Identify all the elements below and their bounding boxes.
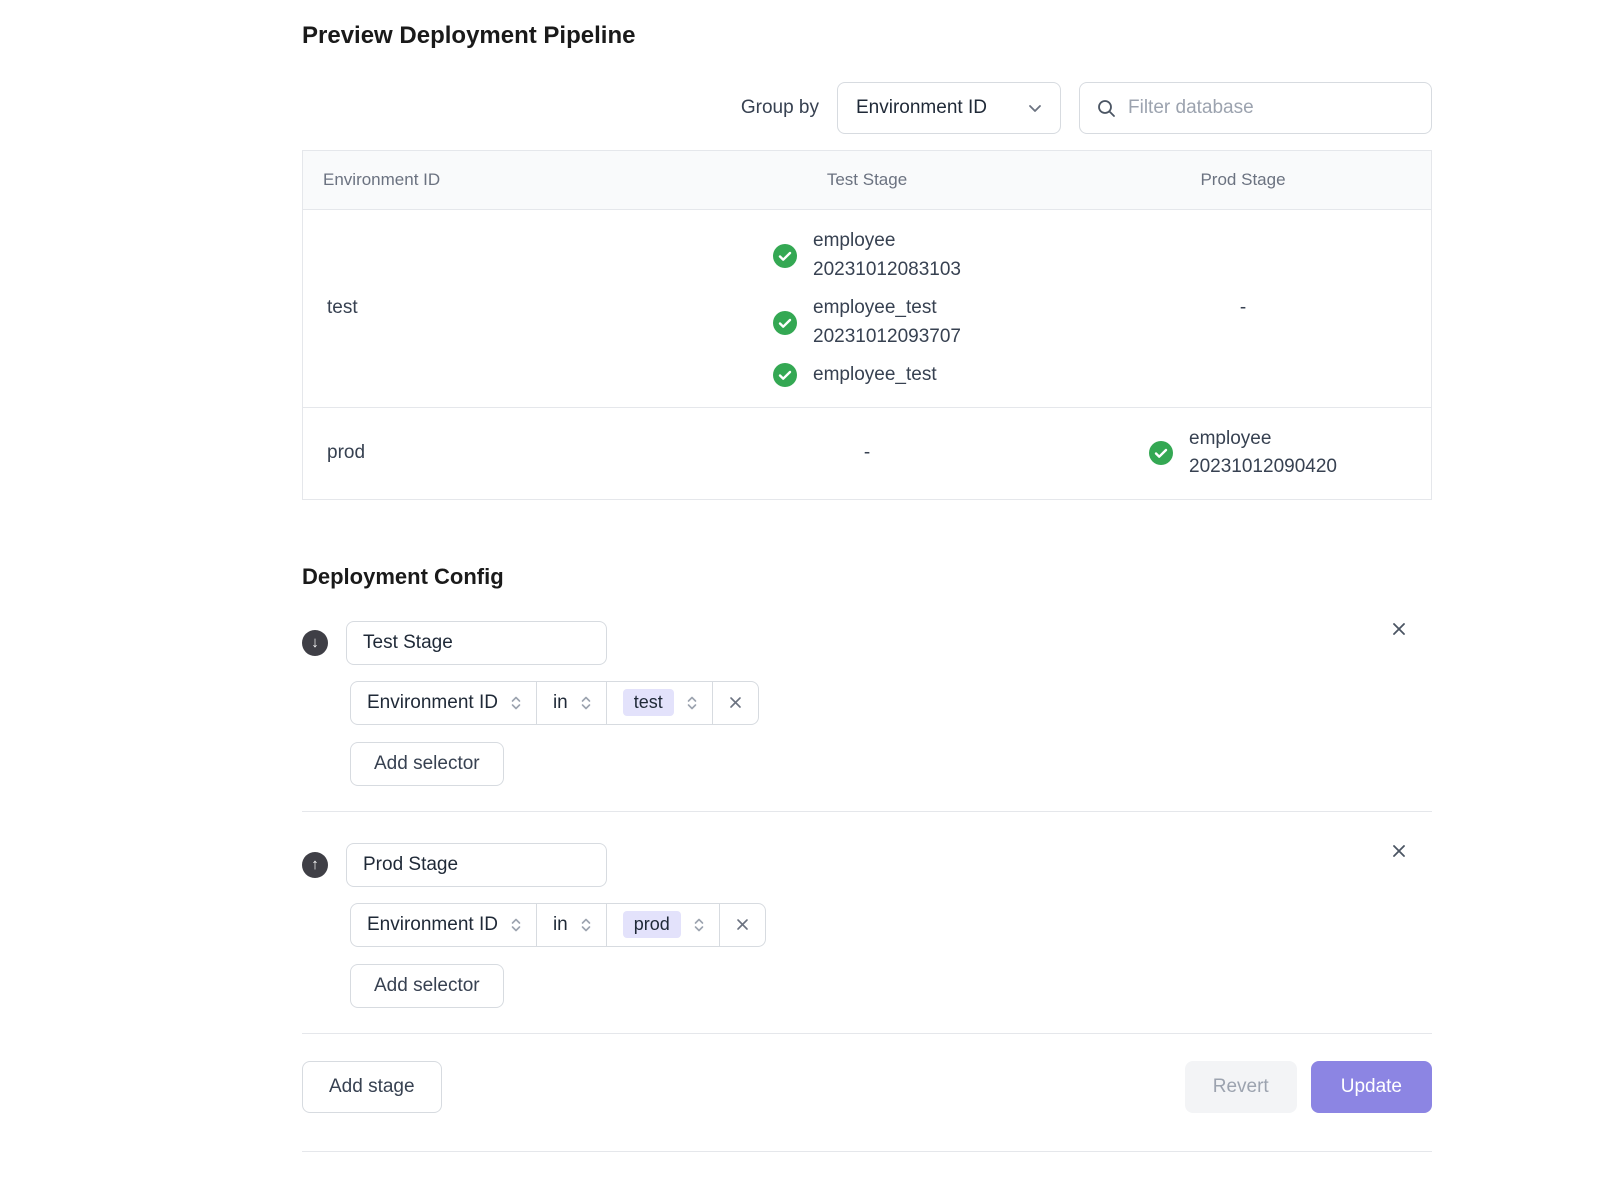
stage-divider — [302, 1033, 1432, 1034]
pipeline-table-header: Environment ID Test Stage Prod Stage — [303, 151, 1431, 210]
sort-updown-icon — [684, 695, 700, 711]
database-name: employee — [813, 227, 961, 256]
remove-stage-button[interactable] — [1386, 838, 1412, 864]
environment-id-cell: prod — [303, 408, 679, 499]
revert-button[interactable]: Revert — [1185, 1061, 1297, 1113]
prod-stage-cell: employee 20231012090420 — [1055, 408, 1431, 499]
column-header-prod-stage: Prod Stage — [1055, 151, 1431, 209]
search-icon — [1096, 98, 1116, 118]
selector-operator-select[interactable]: in — [536, 681, 607, 725]
arrow-glyph: ↑ — [311, 856, 319, 873]
add-selector-button[interactable]: Add selector — [350, 964, 504, 1008]
selector-value-chip: prod — [623, 911, 681, 938]
group-by-value: Environment ID — [856, 97, 987, 119]
filter-database-field[interactable] — [1079, 82, 1432, 134]
group-by-select[interactable]: Environment ID — [837, 82, 1061, 134]
selector-value-select[interactable]: prod — [606, 903, 720, 947]
selector-operator-select[interactable]: in — [536, 903, 607, 947]
environment-id-cell: test — [303, 210, 679, 407]
stage-name-input[interactable] — [346, 843, 607, 887]
test-stage-cell: - — [679, 408, 1055, 499]
deployment-config-title: Deployment Config — [302, 564, 1432, 590]
remove-selector-button[interactable] — [712, 681, 759, 725]
check-circle-icon — [1149, 441, 1173, 465]
close-icon — [728, 695, 743, 710]
toolbar: Group by Environment ID — [302, 82, 1432, 134]
page-title: Preview Deployment Pipeline — [302, 22, 1432, 50]
database-item[interactable]: employee_test 20231012093707 — [773, 294, 961, 351]
check-circle-icon — [773, 244, 797, 268]
deployment-pipeline-page: Preview Deployment Pipeline Group by Env… — [302, 0, 1432, 1152]
arrow-glyph: ↓ — [311, 634, 319, 651]
selector-value-chip: test — [623, 689, 674, 716]
stage-block-prod: ↑ Environment ID in prod — [302, 812, 1432, 1033]
sort-updown-icon — [508, 917, 524, 933]
add-selector-button[interactable]: Add selector — [350, 742, 504, 786]
test-stage-cell: employee 20231012083103 employee_test 20… — [679, 210, 1055, 407]
database-version: 20231012083103 — [813, 256, 961, 285]
bottom-divider — [302, 1151, 1432, 1152]
update-button[interactable]: Update — [1311, 1061, 1432, 1113]
database-version: 20231012093707 — [813, 323, 961, 352]
close-icon — [1390, 626, 1408, 641]
stage-name-input[interactable] — [346, 621, 607, 665]
database-version: 20231012090420 — [1189, 453, 1337, 482]
table-row-test: test employee 20231012083103 — [303, 210, 1431, 408]
close-icon — [735, 917, 750, 932]
empty-placeholder: - — [864, 442, 870, 464]
database-name: employee — [1189, 425, 1337, 454]
check-circle-icon — [773, 363, 797, 387]
selector-operator-value: in — [553, 914, 568, 936]
add-stage-button[interactable]: Add stage — [302, 1061, 442, 1113]
selector-row: Environment ID in test — [350, 681, 1432, 725]
database-item[interactable]: employee 20231012083103 — [773, 227, 961, 284]
selector-operator-value: in — [553, 692, 568, 714]
close-icon — [1390, 848, 1408, 863]
column-header-test-stage: Test Stage — [679, 151, 1055, 209]
selector-value-select[interactable]: test — [606, 681, 713, 725]
selector-key-value: Environment ID — [367, 914, 498, 936]
arrow-down-icon[interactable]: ↓ — [302, 630, 328, 656]
sort-updown-icon — [508, 695, 524, 711]
pipeline-table: Environment ID Test Stage Prod Stage tes… — [302, 150, 1432, 500]
database-item[interactable]: employee 20231012090420 — [1149, 425, 1337, 482]
column-header-environment-id: Environment ID — [303, 151, 679, 209]
database-name: employee_test — [813, 294, 961, 323]
sort-updown-icon — [578, 695, 594, 711]
stage-block-test: ↓ Environment ID in test — [302, 590, 1432, 811]
filter-database-input[interactable] — [1126, 96, 1415, 120]
selector-key-select[interactable]: Environment ID — [350, 903, 537, 947]
sort-updown-icon — [578, 917, 594, 933]
sort-updown-icon — [691, 917, 707, 933]
table-row-prod: prod - employee 20231012090420 — [303, 408, 1431, 499]
footer-actions: Add stage Revert Update — [302, 1061, 1432, 1113]
empty-placeholder: - — [1240, 297, 1246, 319]
database-item[interactable]: employee_test — [773, 361, 937, 390]
check-circle-icon — [773, 311, 797, 335]
selector-key-value: Environment ID — [367, 692, 498, 714]
selector-key-select[interactable]: Environment ID — [350, 681, 537, 725]
remove-stage-button[interactable] — [1386, 616, 1412, 642]
arrow-up-icon[interactable]: ↑ — [302, 852, 328, 878]
group-by-label: Group by — [741, 97, 819, 119]
selector-row: Environment ID in prod — [350, 903, 1432, 947]
prod-stage-cell: - — [1055, 210, 1431, 407]
database-name: employee_test — [813, 361, 937, 390]
remove-selector-button[interactable] — [719, 903, 766, 947]
chevron-down-icon — [1026, 99, 1044, 117]
